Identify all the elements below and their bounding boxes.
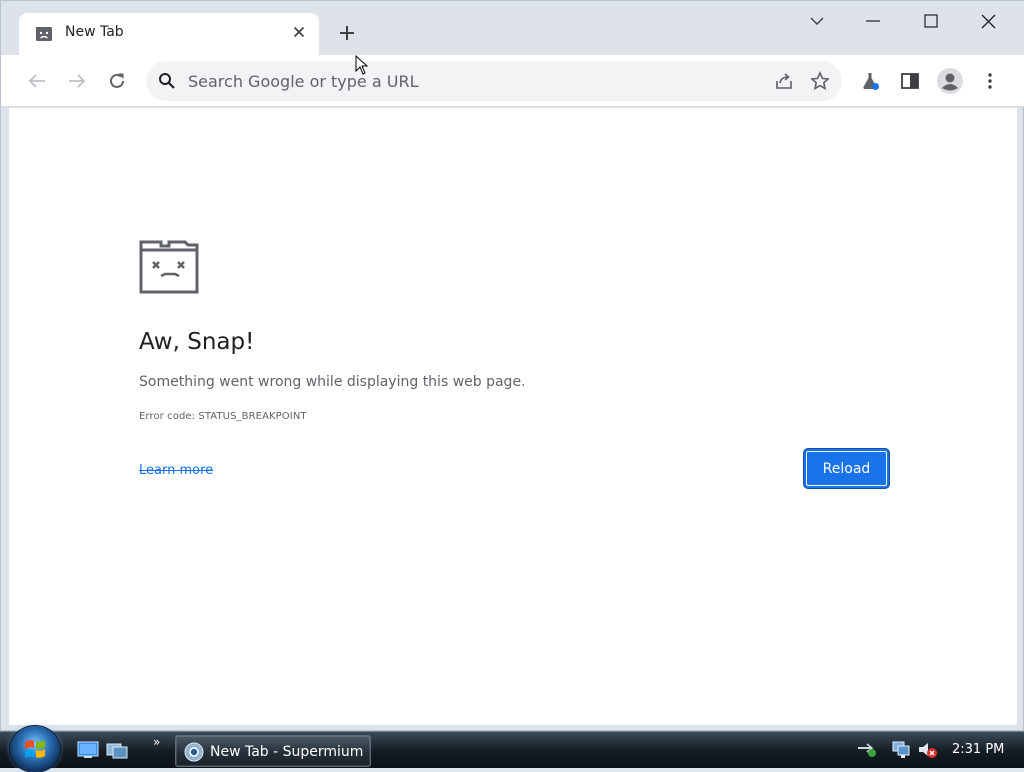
profile-icon[interactable] [936,67,964,95]
back-icon[interactable] [23,67,51,95]
address-input[interactable] [188,69,748,93]
close-icon[interactable] [289,22,309,42]
windows-orb-icon[interactable] [10,726,60,772]
sad-folder-icon [139,240,201,298]
network-error-icon[interactable] [892,740,912,764]
tab-new-tab[interactable]: New Tab [19,13,319,55]
switch-windows-icon[interactable] [106,741,128,759]
network-icon[interactable] [857,740,877,762]
window-close-icon[interactable] [968,7,1008,35]
show-desktop-icon[interactable] [77,741,99,759]
page-content: Aw, Snap! Something went wrong while dis… [9,108,1017,725]
error-code: Error code: STATUS_BREAKPOINT [139,411,307,422]
taskbar-item-supermium[interactable]: New Tab - Supermium [175,735,371,767]
mouse-cursor-icon [355,54,369,79]
side-panel-icon[interactable] [896,67,924,95]
forward-icon[interactable] [63,67,91,95]
error-title: Aw, Snap! [139,329,255,355]
tab-title: New Tab [65,24,124,40]
sad-tab-icon [35,26,53,42]
taskbar: » New Tab - Supermium 2:31 PM [0,726,1024,772]
taskbar-item-label: New Tab - Supermium [210,744,364,760]
reload-button[interactable]: Reload [804,449,889,488]
chevron-down-icon[interactable] [797,7,837,35]
maximize-icon[interactable] [911,7,951,35]
clock[interactable]: 2:31 PM [952,742,1004,757]
share-icon[interactable] [774,71,794,95]
toolbar [1,55,1024,107]
omnibox[interactable] [146,61,842,101]
chromium-icon [184,742,204,762]
tab-strip: New Tab [1,1,1024,55]
kebab-menu-icon[interactable] [976,67,1004,95]
star-icon[interactable] [810,71,830,95]
minimize-icon[interactable] [853,7,893,35]
reload-icon[interactable] [103,67,131,95]
chevron-right-icon[interactable]: » [153,735,160,749]
labs-flask-icon[interactable] [856,67,884,95]
browser-window: New Tab Search Google or type a URL Aw, … [0,0,1024,731]
search-icon [158,72,176,94]
learn-more-link[interactable]: Learn more [139,463,213,478]
plus-icon[interactable] [334,20,360,46]
volume-muted-icon[interactable] [917,740,939,764]
error-message: Something went wrong while displaying th… [139,374,526,390]
